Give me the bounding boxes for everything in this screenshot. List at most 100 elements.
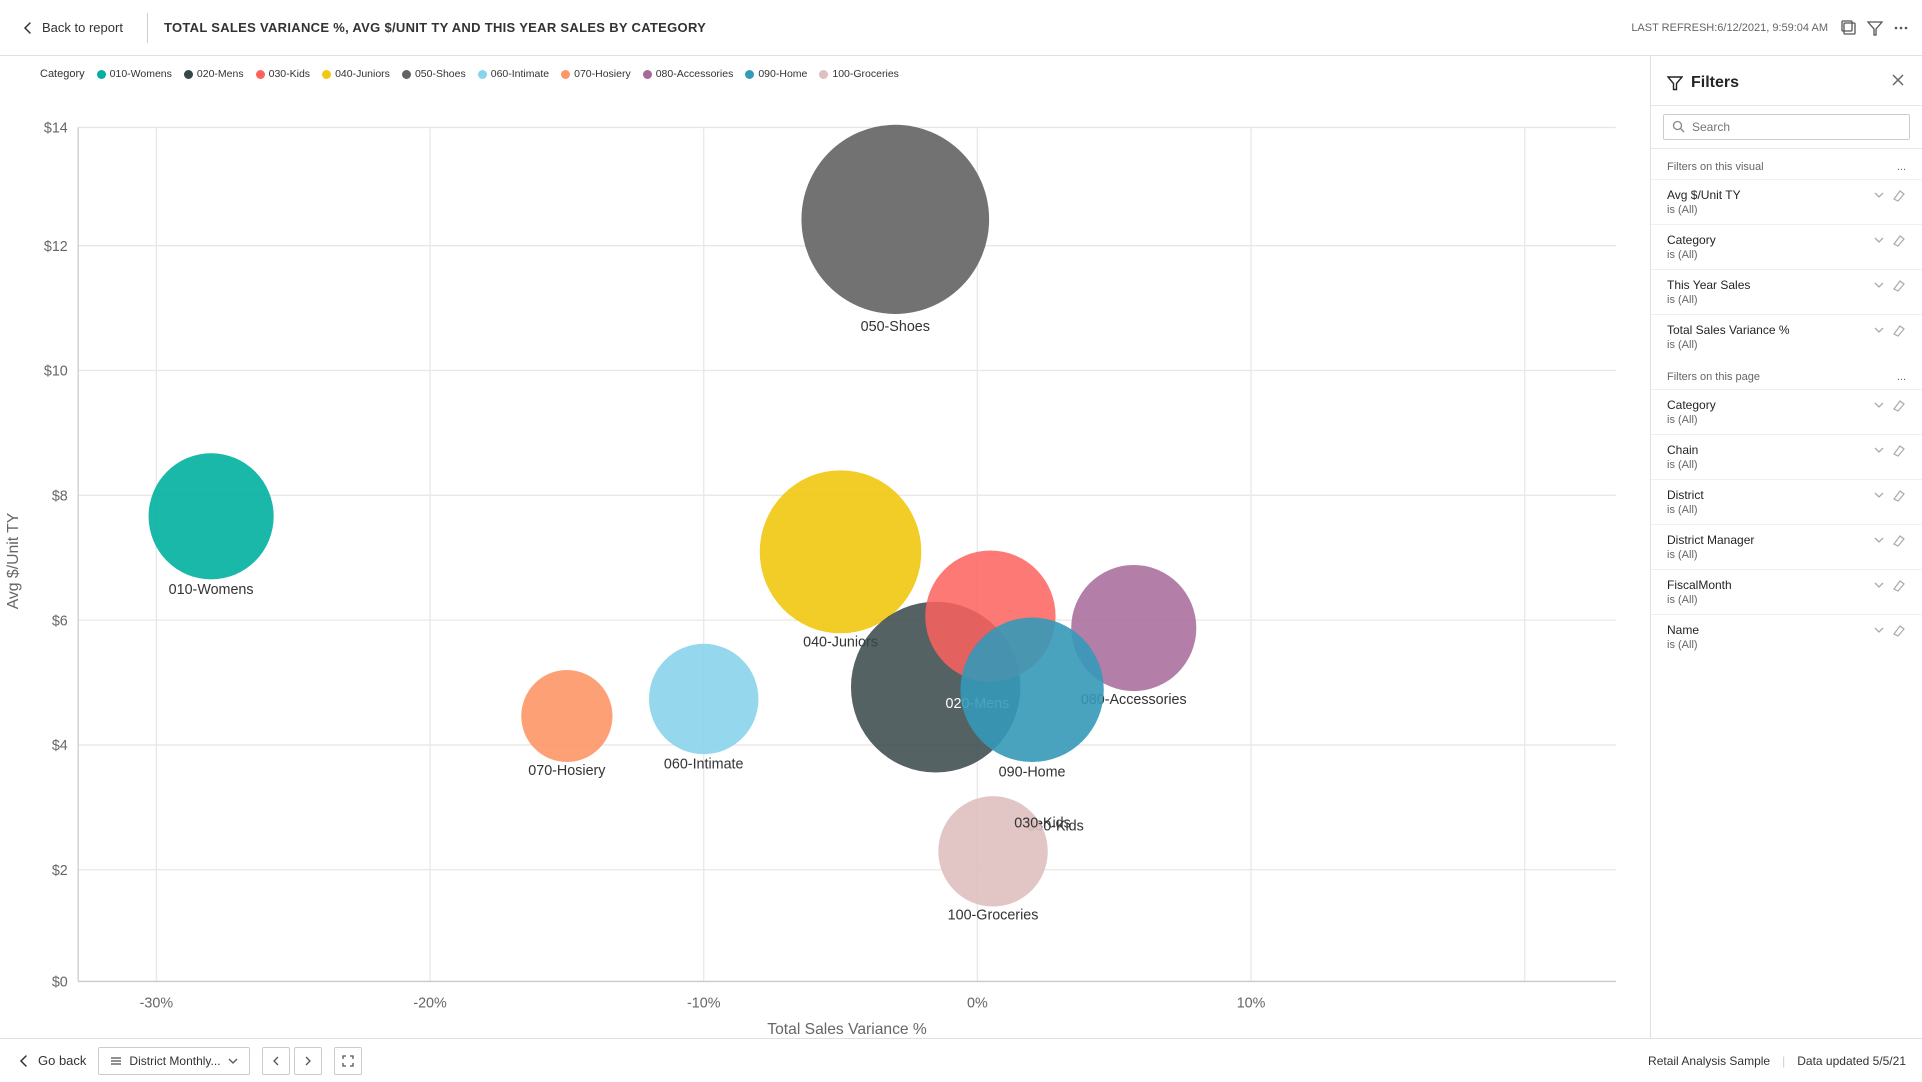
back-label: Back to report bbox=[42, 20, 123, 35]
page-filter-district-manager[interactable]: District Manager is (All) bbox=[1651, 524, 1922, 569]
legend-item-accessories: 080-Accessories bbox=[643, 68, 734, 80]
page-filter-chain[interactable]: Chain is (All) bbox=[1651, 434, 1922, 479]
filters-search bbox=[1651, 106, 1922, 149]
vf-avg-unit-value: is (All) bbox=[1667, 204, 1906, 216]
pf-district-mgr-icons bbox=[1872, 533, 1906, 547]
bubble-womens[interactable] bbox=[149, 453, 274, 579]
svg-text:100-Groceries: 100-Groceries bbox=[948, 908, 1039, 924]
bottom-right: Retail Analysis Sample | Data updated 5/… bbox=[1648, 1054, 1906, 1068]
legend-label-kids: 030-Kids bbox=[269, 68, 310, 80]
legend-label-groceries: 100-Groceries bbox=[832, 68, 899, 80]
eraser-icon10 bbox=[1892, 623, 1906, 637]
vf-total-var-value: is (All) bbox=[1667, 339, 1906, 351]
visual-filters-more[interactable]: ... bbox=[1897, 161, 1906, 173]
page-filter-category[interactable]: Category is (All) bbox=[1651, 389, 1922, 434]
back-arrow-icon bbox=[20, 20, 36, 36]
filters-title-text: Filters bbox=[1691, 74, 1739, 92]
eraser-icon3 bbox=[1892, 278, 1906, 292]
bottom-left: Go back District Monthly... bbox=[16, 1047, 362, 1075]
search-input[interactable] bbox=[1692, 120, 1901, 134]
nav-prev-button[interactable] bbox=[262, 1047, 290, 1075]
legend-dot-hosiery bbox=[561, 70, 570, 79]
legend-item-hosiery: 070-Hosiery bbox=[561, 68, 631, 80]
vf-category-icons bbox=[1872, 233, 1906, 247]
pf-district-value: is (All) bbox=[1667, 504, 1906, 516]
legend-dot-shoes bbox=[402, 70, 411, 79]
hamburger-icon bbox=[109, 1054, 123, 1068]
visual-filter-this-year-sales[interactable]: This Year Sales is (All) bbox=[1651, 269, 1922, 314]
eraser-icon bbox=[1892, 188, 1906, 202]
expand-icon2 bbox=[1872, 233, 1886, 247]
legend-label-womens: 010-Womens bbox=[110, 68, 172, 80]
legend-dot-mens bbox=[184, 70, 193, 79]
legend-label-hosiery: 070-Hosiery bbox=[574, 68, 631, 80]
go-back-button[interactable]: Go back bbox=[16, 1053, 86, 1069]
page-filters-more[interactable]: ... bbox=[1897, 371, 1906, 383]
legend-label-juniors: 040-Juniors bbox=[335, 68, 390, 80]
copy-icon[interactable] bbox=[1840, 19, 1858, 37]
eraser-icon8 bbox=[1892, 533, 1906, 547]
bubble-chart-svg[interactable]: $14 $12 $10 $8 $6 $4 $2 $0 -30% -20% -10… bbox=[0, 88, 1642, 1034]
last-refresh-label: LAST REFRESH:6/12/2021, 9:59:04 AM bbox=[1631, 22, 1828, 34]
expand-icon4 bbox=[1872, 323, 1886, 337]
page-tab-label: District Monthly... bbox=[129, 1054, 220, 1068]
expand-icon5 bbox=[1872, 398, 1886, 412]
go-back-arrow-icon bbox=[16, 1053, 32, 1069]
visual-filter-avg-unit[interactable]: Avg $/Unit TY is (All) bbox=[1651, 179, 1922, 224]
svg-text:$2: $2 bbox=[52, 863, 68, 879]
bubble-hosiery[interactable] bbox=[521, 670, 612, 762]
page-filter-district[interactable]: District is (All) bbox=[1651, 479, 1922, 524]
pf-district-name: District bbox=[1667, 488, 1704, 502]
visual-filter-total-variance[interactable]: Total Sales Variance % is (All) bbox=[1651, 314, 1922, 359]
page-filters-section: Filters on this page ... bbox=[1651, 359, 1922, 389]
legend-dot-kids bbox=[256, 70, 265, 79]
bubble-home[interactable] bbox=[960, 617, 1103, 762]
search-box[interactable] bbox=[1663, 114, 1910, 140]
bubble-juniors[interactable] bbox=[760, 470, 922, 633]
filters-title: Filters bbox=[1667, 74, 1739, 92]
visual-filters-label: Filters on this visual bbox=[1667, 161, 1764, 173]
visual-filter-category[interactable]: Category is (All) bbox=[1651, 224, 1922, 269]
svg-text:090-Home: 090-Home bbox=[999, 764, 1066, 780]
page-filter-fiscal-month[interactable]: FiscalMonth is (All) bbox=[1651, 569, 1922, 614]
page-filter-name[interactable]: Name is (All) bbox=[1651, 614, 1922, 659]
chart-title: TOTAL SALES VARIANCE %, AVG $/UNIT TY AN… bbox=[164, 20, 706, 35]
eraser-icon9 bbox=[1892, 578, 1906, 592]
legend-dot-intimate bbox=[478, 70, 487, 79]
legend-dot-accessories bbox=[643, 70, 652, 79]
svg-text:0%: 0% bbox=[967, 996, 988, 1012]
svg-text:060-Intimate: 060-Intimate bbox=[664, 757, 744, 773]
expand-view-button[interactable] bbox=[334, 1047, 362, 1075]
expand-icon10 bbox=[1872, 623, 1886, 637]
svg-text:-30%: -30% bbox=[140, 996, 174, 1012]
pf-district-icons bbox=[1872, 488, 1906, 502]
vf-total-var-name: Total Sales Variance % bbox=[1667, 323, 1790, 337]
svg-text:050-Shoes: 050-Shoes bbox=[861, 319, 930, 335]
more-icon[interactable] bbox=[1892, 19, 1910, 37]
bubble-shoes[interactable] bbox=[801, 125, 989, 314]
svg-text:$8: $8 bbox=[52, 489, 68, 505]
visual-filters-section: Filters on this visual ... bbox=[1651, 149, 1922, 179]
page-tab[interactable]: District Monthly... bbox=[98, 1047, 249, 1075]
report-name: Retail Analysis Sample bbox=[1648, 1054, 1770, 1068]
legend-category-label: Category bbox=[40, 68, 85, 80]
vf-category-name: Category bbox=[1667, 233, 1716, 247]
back-button[interactable]: Back to report bbox=[12, 16, 131, 40]
pf-category-name: Category bbox=[1667, 398, 1716, 412]
eraser-icon2 bbox=[1892, 233, 1906, 247]
legend-item-intimate: 060-Intimate bbox=[478, 68, 549, 80]
legend-item-groceries: 100-Groceries bbox=[819, 68, 899, 80]
bubble-groceries[interactable] bbox=[938, 796, 1047, 906]
go-back-label: Go back bbox=[38, 1053, 86, 1068]
pf-chain-value: is (All) bbox=[1667, 459, 1906, 471]
bubble-intimate[interactable] bbox=[649, 644, 758, 754]
top-bar-right: LAST REFRESH:6/12/2021, 9:59:04 AM bbox=[1631, 19, 1910, 37]
svg-text:$14: $14 bbox=[44, 121, 68, 137]
filters-close-button[interactable] bbox=[1890, 72, 1906, 93]
svg-text:10%: 10% bbox=[1237, 996, 1266, 1012]
filters-header: Filters bbox=[1651, 56, 1922, 106]
filter-icon[interactable] bbox=[1866, 19, 1884, 37]
vf-this-year-value: is (All) bbox=[1667, 294, 1906, 306]
divider bbox=[147, 13, 148, 43]
nav-next-button[interactable] bbox=[294, 1047, 322, 1075]
